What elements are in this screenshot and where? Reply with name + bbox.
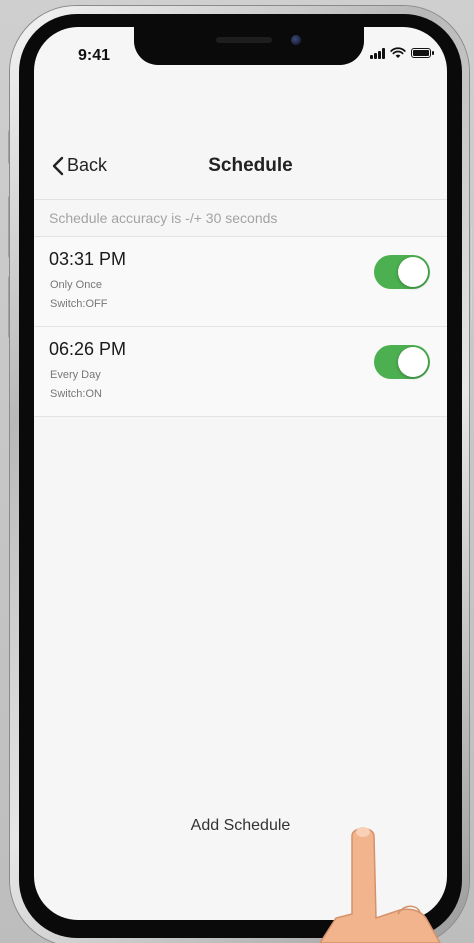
speaker-grille [216, 37, 272, 43]
schedule-enabled-toggle[interactable] [374, 255, 430, 289]
schedule-time: 03:31 PM [49, 249, 127, 269]
schedule-row[interactable]: 03:31 PM Only Once Switch:OFF [34, 237, 447, 327]
accuracy-notice: Schedule accuracy is -/+ 30 seconds [34, 199, 447, 237]
status-time: 9:41 [78, 47, 111, 64]
schedule-row[interactable]: 06:26 PM Every Day Switch:ON [34, 327, 447, 417]
scene: 9:41 Back Schedule Schedule accuracy is [0, 0, 474, 943]
schedule-switch-state: Switch:ON [50, 388, 102, 400]
toggle-knob [398, 347, 428, 377]
front-camera [291, 35, 301, 45]
accuracy-notice-text: Schedule accuracy is -/+ 30 seconds [49, 210, 278, 226]
pointing-hand-icon [319, 827, 441, 943]
page-title: Schedule [208, 155, 293, 176]
schedule-repeat: Every Day [50, 369, 101, 381]
schedule-switch-state: Switch:OFF [50, 298, 108, 310]
status-icons [370, 47, 434, 59]
signal-icon [370, 47, 385, 59]
notch [134, 27, 364, 65]
toggle-knob [398, 257, 428, 287]
navigation-bar: Back Schedule [34, 145, 447, 189]
phone-screen: 9:41 Back Schedule Schedule accuracy is [34, 27, 447, 920]
schedule-enabled-toggle[interactable] [374, 345, 430, 379]
schedule-list: 03:31 PM Only Once Switch:OFF 06:26 PM E… [34, 237, 447, 417]
schedule-time: 06:26 PM [49, 339, 127, 359]
wifi-icon [390, 47, 406, 58]
battery-icon [411, 48, 434, 58]
schedule-repeat: Only Once [50, 279, 102, 291]
